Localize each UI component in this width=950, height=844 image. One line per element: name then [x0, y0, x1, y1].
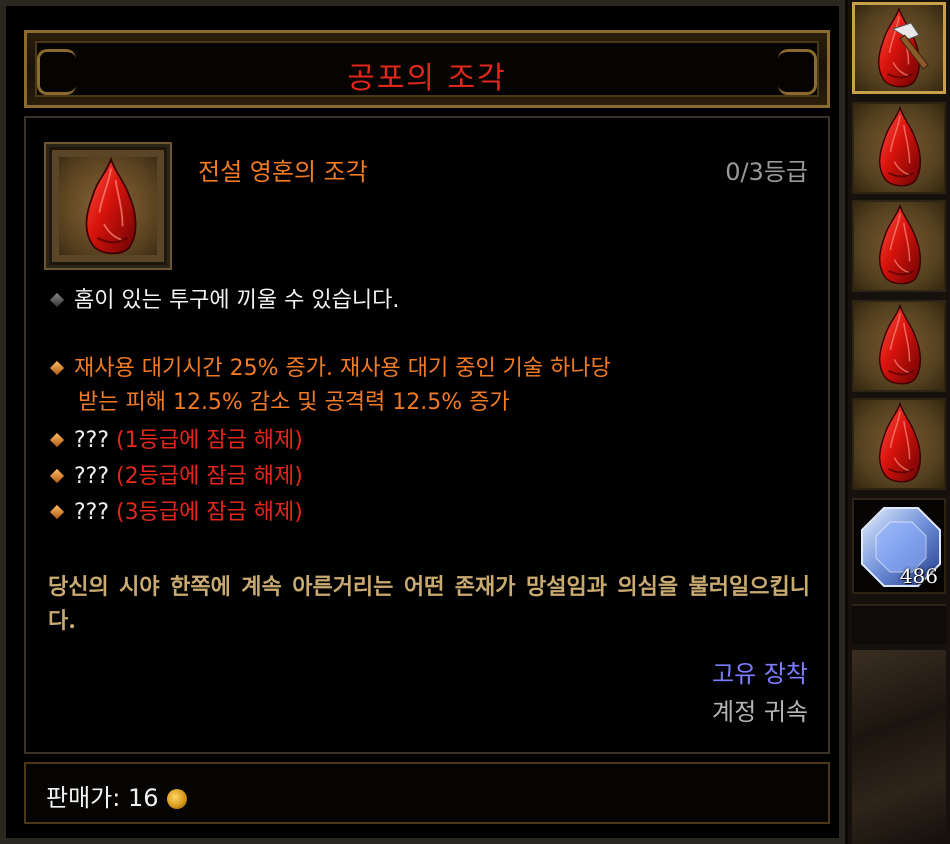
flavor-text: 당신의 시야 한쪽에 계속 아른거리는 어떤 존재가 망설임과 의심을 불러일으…: [48, 574, 810, 634]
inventory-slot-shard-selected[interactable]: [852, 2, 946, 94]
socket-requirement: 홈이 있는 투구에 끼울 수 있습니다.: [48, 284, 399, 318]
item-tooltip: 공포의 조각 전설 영혼의 조각 0/3등급 홈이 있는 투구에 끼울 수 있습…: [0, 0, 845, 844]
locked-effect-2: ??? (2등급에 잠금 해제): [48, 460, 303, 494]
red-shard-icon: [870, 304, 930, 390]
sell-price-bar: 판매가: 16: [24, 762, 830, 824]
unique-equipped-tag: 고유 장착: [712, 660, 808, 688]
gem-count: 486: [899, 564, 938, 588]
orange-diamond-bullet-icon: [49, 504, 65, 519]
red-shard-icon: [59, 157, 163, 261]
inventory-slot-gem[interactable]: 486: [852, 498, 946, 594]
inventory-slot-shard[interactable]: [852, 398, 946, 490]
locked-effect-1: ??? (1등급에 잠금 해제): [48, 424, 303, 458]
orange-diamond-bullet-icon: [49, 432, 65, 447]
inventory-slot-shard[interactable]: [852, 200, 946, 292]
inventory-side-column: 486: [848, 0, 950, 844]
inventory-slot-shard[interactable]: [852, 300, 946, 392]
title-bar: 공포의 조각: [24, 30, 830, 108]
orange-diamond-bullet-icon: [49, 468, 65, 483]
item-type: 전설 영혼의 조각: [198, 158, 368, 186]
account-bound-tag: 계정 귀속: [712, 698, 808, 726]
red-shard-icon: [870, 402, 930, 488]
hammer-icon: [891, 22, 929, 70]
gold-coin-icon: [166, 789, 187, 809]
locked-effect-3: ??? (3등급에 잠금 해제): [48, 496, 303, 530]
red-shard-icon: [870, 106, 930, 192]
effect-line-continued: 받는 피해 12.5% 감소 및 공격력 12.5% 증가: [78, 390, 510, 415]
red-shard-icon: [870, 204, 930, 290]
sell-price: 판매가: 16: [46, 784, 159, 812]
background-rock: [852, 650, 946, 844]
orange-diamond-bullet-icon: [49, 360, 65, 375]
item-details-panel: 전설 영혼의 조각 0/3등급 홈이 있는 투구에 끼울 수 있습니다. 재사용…: [24, 116, 830, 754]
effect-line: 재사용 대기시간 25% 증가. 재사용 대기 중인 기술 하나당: [48, 352, 611, 386]
item-title: 공포의 조각: [347, 61, 507, 96]
item-rank: 0/3등급: [725, 158, 808, 186]
item-icon-frame: [46, 144, 170, 268]
gray-diamond-bullet-icon: [49, 292, 65, 307]
inventory-slot-empty[interactable]: [852, 604, 946, 644]
inventory-slot-shard[interactable]: [852, 102, 946, 194]
